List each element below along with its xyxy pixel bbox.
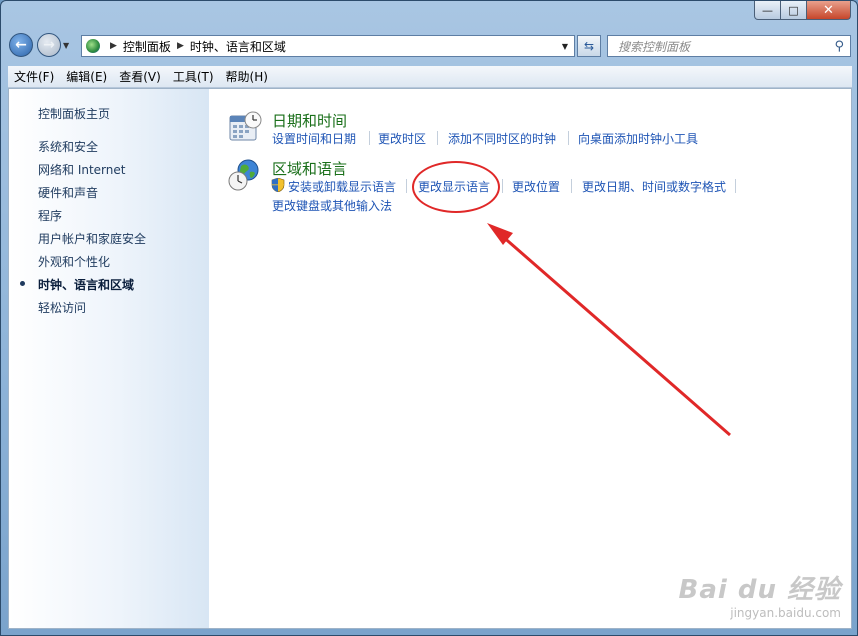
annotation-arrow [487, 223, 731, 437]
menu-tools[interactable]: 工具(T) [167, 68, 220, 85]
refresh-button[interactable]: ⇆ [577, 35, 601, 57]
breadcrumb-clock-language-region[interactable]: 时钟、语言和区域 [190, 38, 286, 55]
back-button[interactable]: ← [9, 33, 33, 57]
menu-edit[interactable]: 编辑(E) [60, 68, 113, 85]
forward-arrow-icon: → [43, 37, 55, 53]
control-panel-window: — □ ✕ ← → ▼ ▶ 控制面板 ▶ 时钟、语言和区域 ▼ ⇆ 搜索控制面板… [0, 0, 858, 636]
menu-file[interactable]: 文件(F) [8, 68, 60, 85]
maximize-button[interactable]: □ [781, 1, 807, 20]
search-icon[interactable]: ⚲ [834, 39, 844, 54]
window-controls: — □ ✕ [754, 1, 851, 20]
search-input[interactable]: 搜索控制面板 ⚲ [607, 35, 851, 57]
close-button[interactable]: ✕ [807, 1, 851, 20]
breadcrumb-control-panel[interactable]: 控制面板 [123, 38, 171, 55]
recent-pages-dropdown-icon[interactable]: ▼ [63, 41, 69, 50]
control-panel-icon [86, 39, 100, 53]
watermark-brand: Bai du 经验 [678, 575, 841, 605]
breadcrumb-separator-icon[interactable]: ▶ [177, 41, 184, 51]
menu-view[interactable]: 查看(V) [113, 68, 167, 85]
refresh-icon: ⇆ [583, 39, 595, 53]
content-area: 控制面板主页 系统和安全 网络和 Internet 硬件和声音 程序 用户帐户和… [8, 88, 852, 629]
search-placeholder: 搜索控制面板 [618, 39, 691, 54]
address-dropdown-icon[interactable]: ▼ [562, 42, 568, 51]
watermark-url: jingyan.baidu.com [730, 606, 841, 620]
address-bar[interactable]: ▶ 控制面板 ▶ 时钟、语言和区域 ▼ [81, 35, 575, 57]
baidu-watermark: Bai du 经验 jingyan.baidu.com [679, 569, 842, 620]
minimize-button[interactable]: — [754, 1, 781, 20]
forward-button[interactable]: → [37, 33, 61, 57]
back-arrow-icon: ← [15, 37, 27, 53]
menu-bar: 文件(F) 编辑(E) 查看(V) 工具(T) 帮助(H) [8, 66, 852, 88]
navigation-buttons: ← → ▼ [9, 33, 69, 57]
breadcrumb-separator-icon[interactable]: ▶ [110, 41, 117, 51]
menu-help[interactable]: 帮助(H) [220, 68, 274, 85]
